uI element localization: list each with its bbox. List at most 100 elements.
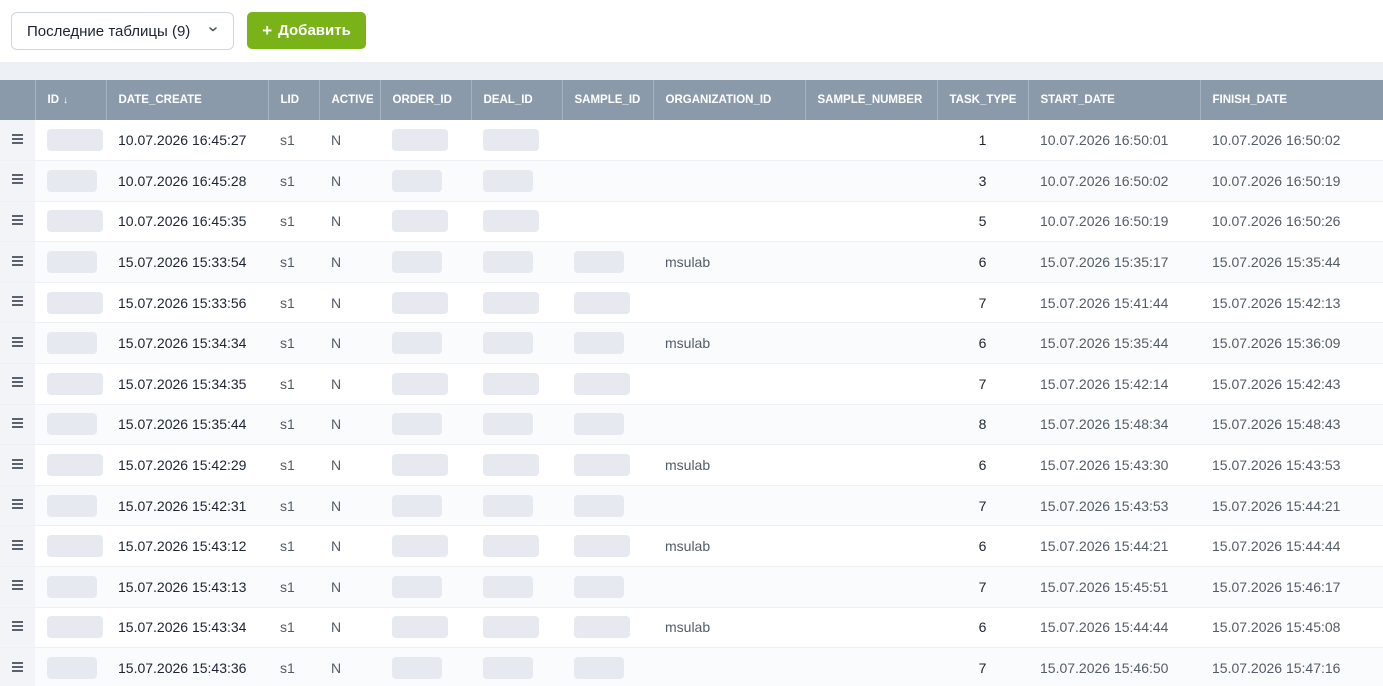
row-menu-cell[interactable] <box>0 566 35 608</box>
burger-menu-icon[interactable] <box>12 578 23 592</box>
row-menu-cell[interactable] <box>0 201 35 243</box>
cell-start-date: 10.07.2026 16:50:02 <box>1028 160 1200 202</box>
table-row[interactable]: 15.07.2026 15:43:34 s1 Nmsulab 6 15.07.2026 … <box>0 607 1383 649</box>
redacted-value <box>483 332 533 355</box>
cell-finish-date: 15.07.2026 15:44:21 <box>1200 485 1383 527</box>
cell-start-date: 15.07.2026 15:48:34 <box>1028 404 1200 446</box>
row-menu-cell[interactable] <box>0 282 35 324</box>
row-menu-cell[interactable] <box>0 363 35 405</box>
cell-organization-id <box>653 160 805 202</box>
column-header-active[interactable]: ACTIVE <box>319 80 381 120</box>
redacted-value <box>574 657 624 680</box>
cell-finish-date: 15.07.2026 15:35:44 <box>1200 241 1383 283</box>
redacted-value <box>483 575 533 598</box>
cell-sample-number <box>805 444 937 486</box>
table-row[interactable]: 15.07.2026 15:33:56 s1 N 7 15.07.2026 15:41:… <box>0 282 1383 324</box>
table-row[interactable]: 15.07.2026 15:34:34 s1 Nmsulab 6 15.07.2026 … <box>0 322 1383 365</box>
row-menu-cell[interactable] <box>0 485 35 527</box>
cell-sample-id <box>562 485 653 527</box>
table-row[interactable]: 10.07.2026 16:45:28 s1 N 3 10.07.2026 16:50:… <box>0 160 1383 202</box>
cell-date-create: 15.07.2026 15:42:31 <box>106 485 268 527</box>
cell-sample-id <box>562 404 653 446</box>
row-menu-cell[interactable] <box>0 322 35 365</box>
table-body: 10.07.2026 16:45:27 s1 N 1 10.07.2026 16:50:… <box>0 120 1383 686</box>
table-row[interactable]: 15.07.2026 15:43:36 s1 N 7 15.07.2026 15:46:… <box>0 647 1383 686</box>
cell-active: N <box>319 322 380 365</box>
table-row[interactable]: 10.07.2026 16:45:35 s1 N 5 10.07.2026 16:50:… <box>0 201 1383 243</box>
cell-organization-id <box>653 201 805 243</box>
data-grid: ID ↓ DATE_CREATE LID ACTIVE ORDER_ID DEAL_ID SA… <box>0 80 1383 686</box>
redacted-value <box>392 494 442 517</box>
row-menu-cell[interactable] <box>0 607 35 649</box>
burger-menu-icon[interactable] <box>12 172 23 186</box>
table-row[interactable]: 15.07.2026 15:42:29 s1 Nmsulab 6 15.07.2026 … <box>0 444 1383 486</box>
cell-active: N <box>319 160 380 202</box>
cell-deal-id <box>471 444 562 486</box>
redacted-value <box>483 454 539 477</box>
burger-menu-icon[interactable] <box>12 294 23 308</box>
table-row[interactable]: 15.07.2026 15:43:13 s1 N 7 15.07.2026 15:45:… <box>0 566 1383 608</box>
redacted-value <box>392 372 448 395</box>
burger-menu-icon[interactable] <box>12 375 23 389</box>
burger-menu-icon[interactable] <box>12 619 23 633</box>
cell-task-type: 7 <box>937 485 1028 527</box>
cell-organization-id <box>653 485 805 527</box>
cell-sample-id <box>562 241 653 283</box>
column-header-date-create[interactable]: DATE_CREATE <box>106 80 269 120</box>
burger-menu-icon[interactable] <box>12 335 23 349</box>
burger-menu-icon[interactable] <box>12 538 23 552</box>
burger-menu-icon[interactable] <box>12 457 23 471</box>
cell-start-date: 15.07.2026 15:44:44 <box>1028 607 1200 649</box>
redacted-value <box>483 535 539 558</box>
table-row[interactable]: 15.07.2026 15:34:35 s1 N 7 15.07.2026 15:42:… <box>0 363 1383 405</box>
redacted-value <box>574 291 630 314</box>
cell-sample-number <box>805 607 937 649</box>
burger-menu-icon[interactable] <box>12 213 23 227</box>
row-menu-cell[interactable] <box>0 160 35 202</box>
column-header-id[interactable]: ID ↓ <box>35 80 107 120</box>
cell-start-date: 15.07.2026 15:35:44 <box>1028 322 1200 365</box>
burger-menu-icon[interactable] <box>12 497 23 511</box>
burger-menu-icon[interactable] <box>12 254 23 268</box>
burger-menu-icon[interactable] <box>12 660 23 674</box>
table-row[interactable]: 15.07.2026 15:33:54 s1 Nmsulab 6 15.07.2026 … <box>0 241 1383 283</box>
cell-id <box>35 120 106 162</box>
row-menu-cell[interactable] <box>0 404 35 446</box>
cell-organization-id <box>653 566 805 608</box>
sort-arrow-down-icon[interactable]: ↓ <box>63 95 68 106</box>
row-menu-cell[interactable] <box>0 647 35 686</box>
column-header-organization-id[interactable]: ORGANIZATION_ID <box>653 80 806 120</box>
cell-sample-number <box>805 322 937 365</box>
burger-menu-icon[interactable] <box>12 416 23 430</box>
cell-sample-number <box>805 241 937 283</box>
table-row[interactable]: 10.07.2026 16:45:27 s1 N 1 10.07.2026 16:50:… <box>0 120 1383 162</box>
table-row[interactable]: 15.07.2026 15:43:12 s1 Nmsulab 6 15.07.2026 … <box>0 525 1383 568</box>
cell-sample-number <box>805 566 937 608</box>
cell-active: N <box>319 241 380 283</box>
row-menu-cell[interactable] <box>0 525 35 568</box>
table-row[interactable]: 15.07.2026 15:35:44 s1 N 8 15.07.2026 15:48:… <box>0 404 1383 446</box>
row-menu-cell[interactable] <box>0 444 35 486</box>
cell-date-create: 10.07.2026 16:45:35 <box>106 201 268 243</box>
column-header-label: TASK_TYPE <box>949 94 1017 106</box>
column-header-sample-id[interactable]: SAMPLE_ID <box>562 80 654 120</box>
row-menu-cell[interactable] <box>0 241 35 283</box>
cell-start-date: 15.07.2026 15:41:44 <box>1028 282 1200 324</box>
table-row[interactable]: 15.07.2026 15:42:31 s1 N 7 15.07.2026 15:43:… <box>0 485 1383 527</box>
cell-deal-id <box>471 566 562 608</box>
column-header-finish-date[interactable]: FINISH_DATE <box>1200 80 1383 120</box>
row-menu-cell[interactable] <box>0 120 35 162</box>
redacted-value <box>47 210 103 233</box>
column-header-deal-id[interactable]: DEAL_ID <box>471 80 563 120</box>
cell-id <box>35 525 106 568</box>
column-header-start-date[interactable]: START_DATE <box>1028 80 1201 120</box>
burger-menu-icon[interactable] <box>12 132 23 146</box>
add-button[interactable]: + Добавить <box>247 12 366 49</box>
cell-sample-number <box>805 201 937 243</box>
recent-tables-dropdown[interactable]: Последние таблицы (9) <box>11 12 234 50</box>
cell-deal-id <box>471 282 562 324</box>
column-header-task-type[interactable]: TASK_TYPE <box>937 80 1029 120</box>
column-header-lid[interactable]: LID <box>268 80 320 120</box>
column-header-sample-number[interactable]: SAMPLE_NUMBER <box>805 80 938 120</box>
column-header-order-id[interactable]: ORDER_ID <box>380 80 472 120</box>
